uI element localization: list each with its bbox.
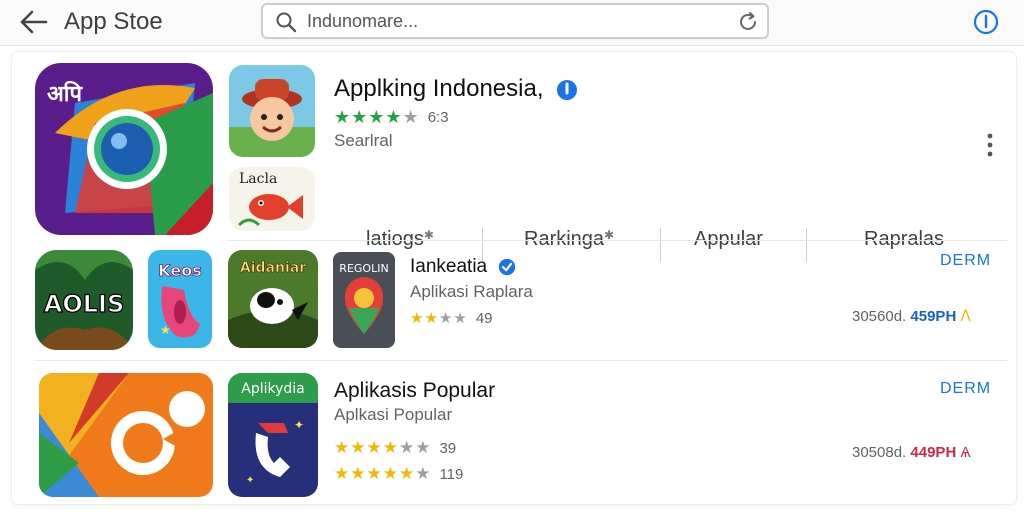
featured-stars: ★★★★★ (334, 107, 420, 127)
row2-app-name[interactable]: Aplikasis Popular (334, 379, 495, 403)
app-title: App Stoe (64, 8, 163, 35)
fish-app-label: Lacla (239, 171, 278, 187)
map-pin-icon: REGOLIN (333, 252, 395, 348)
featured-app-name[interactable]: Applking Indonesia, (334, 75, 578, 103)
row1-tile-2[interactable]: Keos ★ (148, 250, 212, 348)
pink-shoe-icon: Keos ★ (148, 250, 212, 348)
row2-open-button[interactable]: DERM (940, 380, 991, 398)
verified-badge-icon (557, 79, 578, 100)
tab-divider (806, 228, 807, 262)
featured-app-icon[interactable]: अपि (35, 63, 213, 235)
tab-rankings[interactable]: Rarkinga✱ (524, 228, 614, 264)
row1-tile-4-label: REGOLIN (339, 262, 388, 275)
row2-tile-1[interactable] (39, 373, 213, 497)
row2-rating-b: ★★★★★★ 119 (334, 464, 463, 484)
row1-meta-prefix: 30560d. (852, 308, 907, 325)
row2-stars-a: ★★★★★★ (334, 438, 432, 457)
row1-tile-4[interactable]: REGOLIN (333, 252, 395, 348)
row1-rating-value: 49 (475, 309, 493, 327)
tab-ratings-label: latiogs (366, 228, 424, 250)
featured-rating: ★★★★★ 6:3 (334, 107, 449, 128)
more-vert-icon (987, 133, 993, 157)
fish-app-icon[interactable]: Lacla (229, 167, 315, 231)
more-options-button[interactable] (980, 132, 1000, 158)
divider (35, 360, 1007, 361)
row1-tile-1-label: AOLIS (44, 290, 124, 318)
row1-app-title: Iankeatia (410, 256, 488, 277)
featured-rating-value: 6:3 (427, 109, 449, 126)
featured-subtitle: Searlral (334, 131, 393, 150)
tab-popular[interactable]: Appular (694, 228, 763, 264)
row1-tile-1[interactable]: AOLIS (35, 250, 133, 350)
refresh-icon[interactable] (737, 11, 759, 33)
phone-call-icon: Aplikydia ✦ ✦ (228, 373, 318, 497)
top-bar: App Stoe (0, 0, 1024, 46)
orange-play-shape-icon (39, 373, 213, 497)
info-icon (973, 9, 999, 35)
tab-popular-label: Appular (694, 228, 763, 250)
jungle-text-icon: AOLIS (35, 250, 133, 350)
row1-subtitle: Aplikasi Raplara (410, 282, 533, 301)
row1-tile-3[interactable]: Aidaniar (228, 250, 318, 348)
row1-meta: 30560d. 459PH ᐱ (852, 307, 971, 325)
row1-app-name[interactable]: Iankeatia (410, 256, 516, 278)
row2-meta-prefix: 30508d. (852, 444, 907, 461)
svg-text:अपि: अपि (47, 80, 84, 107)
jungle-animal-icon: Aidaniar (228, 250, 318, 348)
search-input[interactable] (307, 9, 707, 33)
row1-open-button[interactable]: DERM (940, 252, 991, 270)
row2-meta-flame-icon: Ѧ (960, 444, 971, 461)
svg-text:★: ★ (160, 323, 171, 337)
verified-badge-icon (499, 258, 516, 276)
row1-meta-highlight: 459PH (910, 308, 957, 325)
back-button[interactable] (16, 6, 52, 38)
camera-lens-rocket-icon: अपि (35, 63, 213, 235)
cartoon-character-icon (229, 65, 315, 157)
game-app-icon[interactable] (229, 65, 315, 157)
row2-meta: 30508d. 449PH Ѧ (852, 444, 970, 461)
row2-rating-a: ★★★★★★ 39 (334, 438, 456, 458)
row1-tile-2-label: Keos (158, 261, 201, 280)
row2-tile-2-label: Aplikydia (241, 381, 305, 397)
search-bar[interactable] (261, 3, 769, 39)
row1-meta-flame-icon: ᐱ (960, 308, 971, 325)
info-button[interactable] (972, 8, 1000, 36)
row2-rating-b-value: 119 (439, 465, 464, 483)
tab-raprales-label: Rapralas (864, 228, 945, 250)
row2-subtitle: Aplkasi Popular (334, 405, 453, 424)
featured-app-title: Applking Indonesia, (334, 75, 544, 102)
row1-rating: ★★★★ 49 (410, 309, 493, 328)
row1-tile-3-label: Aidaniar (240, 260, 306, 276)
row2-tile-2[interactable]: Aplikydia ✦ ✦ (228, 373, 318, 497)
arrow-left-icon (20, 10, 48, 34)
row2-meta-highlight: 449PH (910, 444, 957, 461)
row2-rating-a-value: 39 (439, 439, 457, 457)
row1-stars: ★★★★ (410, 310, 468, 327)
svg-text:✦: ✦ (246, 475, 254, 486)
svg-text:✦: ✦ (294, 418, 304, 432)
row2-stars-b: ★★★★★★ (334, 464, 432, 483)
search-icon (276, 12, 297, 33)
tab-raprales[interactable]: Rapralas (864, 228, 944, 264)
app-list-panel: अपि Lacla Applking Indonesia, ★★★★★ 6:3 … (12, 52, 1016, 504)
tab-divider (660, 228, 661, 262)
tab-rankings-label: Rarkinga (524, 228, 605, 250)
divider (227, 240, 1007, 241)
